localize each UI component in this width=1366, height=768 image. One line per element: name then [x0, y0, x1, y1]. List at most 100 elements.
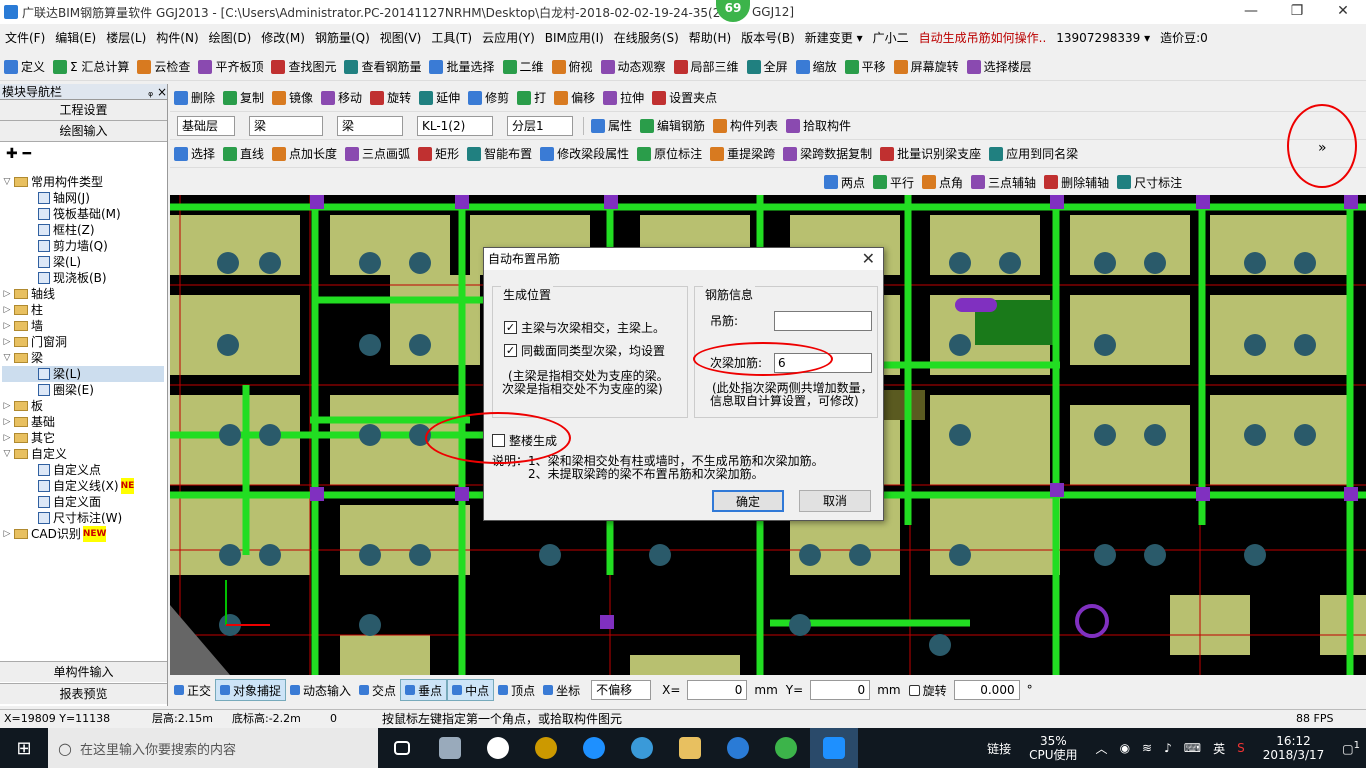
- cancel-button[interactable]: 取消: [799, 490, 871, 512]
- wifi-icon[interactable]: ≋: [1136, 741, 1158, 755]
- expand-icon[interactable]: ▽: [2, 350, 12, 366]
- menu-item[interactable]: 文件(F): [0, 25, 50, 51]
- menu-item[interactable]: 造价豆:0: [1155, 25, 1213, 51]
- keyboard-icon[interactable]: ⌨: [1178, 741, 1207, 755]
- tree-item[interactable]: 梁(L): [2, 254, 164, 270]
- nav-pin-icon[interactable]: ᵩ ×: [148, 84, 167, 99]
- tree-item[interactable]: ▽ 自定义: [2, 446, 164, 462]
- windows-start-icon[interactable]: ⊞: [0, 728, 48, 768]
- toolbar-button[interactable]: 偏移: [550, 86, 599, 110]
- toolbar-button[interactable]: 三点辅轴: [967, 170, 1040, 194]
- drawing-input-button[interactable]: 绘图输入: [0, 121, 167, 142]
- menu-item[interactable]: 在线服务(S): [609, 25, 684, 51]
- toolbar-button[interactable]: 拾取构件: [782, 114, 855, 138]
- tree-item[interactable]: 现浇板(B): [2, 270, 164, 286]
- same-section-checkbox[interactable]: ✓ 同截面同类型次梁，均设置: [504, 342, 665, 359]
- tree-item[interactable]: 圈梁(E): [2, 382, 164, 398]
- menu-item[interactable]: 云应用(Y): [477, 25, 540, 51]
- menu-item[interactable]: 13907298339 ▾: [1051, 25, 1155, 51]
- expand-icon[interactable]: ▷: [2, 302, 12, 318]
- menu-item[interactable]: 广小二: [868, 25, 914, 51]
- type2-select[interactable]: 梁: [330, 114, 410, 138]
- menu-item[interactable]: BIM应用(I): [540, 25, 609, 51]
- tree-item[interactable]: ▷ 其它: [2, 430, 164, 446]
- toolbar-button[interactable]: 批量选择: [425, 55, 498, 79]
- volume-icon[interactable]: ♪: [1158, 741, 1178, 755]
- component-name-select[interactable]: KL-1(2): [410, 114, 500, 138]
- minimize-button[interactable]: —: [1228, 0, 1274, 24]
- toolbar-button[interactable]: 智能布置: [463, 142, 536, 166]
- toolbar-button[interactable]: 选择楼层: [963, 55, 1036, 79]
- toolbar-button[interactable]: 缩放: [792, 55, 841, 79]
- glodon-app-icon[interactable]: [714, 728, 762, 768]
- tray-clock[interactable]: 16:12 2018/3/17: [1251, 734, 1337, 762]
- toolbar-button[interactable]: 二维: [499, 55, 548, 79]
- notification-badge[interactable]: 69: [716, 0, 750, 22]
- report-preview-button[interactable]: 报表预览: [0, 683, 167, 704]
- task-view-icon[interactable]: [378, 728, 426, 768]
- toolbar-button[interactable]: 选择: [170, 142, 219, 166]
- snap-toggle[interactable]: 交点: [355, 679, 400, 701]
- tree-item[interactable]: 尺寸标注(W): [2, 510, 164, 526]
- sogou-icon[interactable]: S: [1231, 741, 1251, 755]
- menu-item[interactable]: 构件(N): [151, 25, 203, 51]
- expand-icon[interactable]: ▷: [2, 286, 12, 302]
- menu-item[interactable]: 自动生成吊筋如何操作..: [914, 25, 1052, 51]
- toolbar-button[interactable]: 修剪: [464, 86, 513, 110]
- tree-item[interactable]: 框柱(Z): [2, 222, 164, 238]
- toolbar-button[interactable]: 平行: [869, 170, 918, 194]
- toolbar-button[interactable]: 移动: [317, 86, 366, 110]
- main-secondary-checkbox[interactable]: ✓ 主梁与次梁相交，主梁上。: [504, 319, 665, 336]
- toolbar-button[interactable]: 云检查: [133, 55, 194, 79]
- snap-toggle[interactable]: 中点: [447, 679, 495, 701]
- toolbar-button[interactable]: Σ 汇总计算: [49, 55, 133, 79]
- tree-item[interactable]: 筏板基础(M): [2, 206, 164, 222]
- toolbar-button[interactable]: 批量识别梁支座: [876, 142, 985, 166]
- toolbar-button[interactable]: 延伸: [415, 86, 464, 110]
- green-app-icon[interactable]: [762, 728, 810, 768]
- toolbar-button[interactable]: 修改梁段属性: [536, 142, 633, 166]
- ime-indicator[interactable]: 英: [1207, 740, 1231, 757]
- maximize-button[interactable]: ❐: [1274, 0, 1320, 24]
- tree-item[interactable]: ▷ 墙: [2, 318, 164, 334]
- toolbar-button[interactable]: 查找图元: [267, 55, 340, 79]
- toolbar-button[interactable]: 删除: [170, 86, 219, 110]
- toolbar-button[interactable]: 重提梁跨: [706, 142, 779, 166]
- snap-toggle[interactable]: 坐标: [539, 679, 584, 701]
- toolbar-button[interactable]: 打: [513, 86, 550, 110]
- x-input[interactable]: 0: [687, 680, 748, 700]
- toolbar-button[interactable]: 应用到同名梁: [985, 142, 1082, 166]
- ie-icon[interactable]: [618, 728, 666, 768]
- menu-item[interactable]: 视图(V): [375, 25, 427, 51]
- expand-icon[interactable]: ▷: [2, 398, 12, 414]
- menu-item[interactable]: 编辑(E): [50, 25, 101, 51]
- ggj-app-icon[interactable]: [810, 728, 858, 768]
- toolbar-button[interactable]: 平齐板顶: [194, 55, 267, 79]
- toolbar-button[interactable]: 两点: [820, 170, 869, 194]
- toolbar-button[interactable]: 镜像: [268, 86, 317, 110]
- tray-link[interactable]: 链接: [981, 740, 1017, 757]
- menu-item[interactable]: 新建变更 ▾: [800, 25, 868, 51]
- chrome-like-icon[interactable]: [522, 728, 570, 768]
- toolbar-button[interactable]: 构件列表: [709, 114, 782, 138]
- expand-icon[interactable]: ▷: [2, 318, 12, 334]
- toolbar-button[interactable]: 点加长度: [268, 142, 341, 166]
- tree-item[interactable]: 剪力墙(Q): [2, 238, 164, 254]
- toolbar-button[interactable]: 三点画弧: [341, 142, 414, 166]
- menu-item[interactable]: 修改(M): [256, 25, 310, 51]
- floor-select[interactable]: 基础层: [170, 114, 242, 138]
- y-input[interactable]: 0: [810, 680, 871, 700]
- notification-icon[interactable]: ▢1: [1336, 740, 1366, 756]
- tray-arrow-icon[interactable]: ︿: [1090, 740, 1114, 757]
- toolbar-button[interactable]: 属性: [587, 114, 636, 138]
- expand-icon[interactable]: ▷: [2, 526, 12, 542]
- tree-item[interactable]: ▽ 梁: [2, 350, 164, 366]
- toolbar-button[interactable]: 全屏: [743, 55, 792, 79]
- tree-item[interactable]: 梁(L): [2, 366, 164, 382]
- hanger-input[interactable]: [774, 311, 872, 331]
- snap-toggle[interactable]: 顶点: [494, 679, 539, 701]
- tree-item[interactable]: ▽ 常用构件类型: [2, 174, 164, 190]
- snap-toggle[interactable]: 对象捕捉: [215, 679, 287, 701]
- toolbar-button[interactable]: 旋转: [366, 86, 415, 110]
- close-button[interactable]: ✕: [1320, 0, 1366, 24]
